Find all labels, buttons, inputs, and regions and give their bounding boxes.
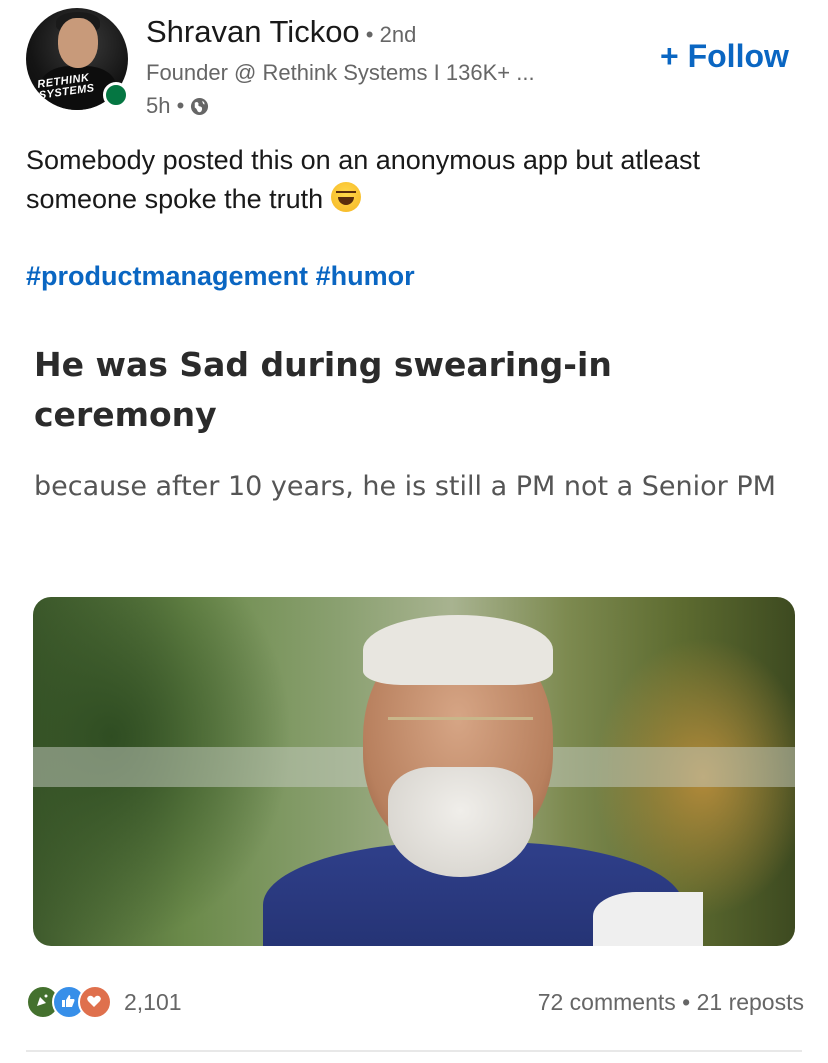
comments-reposts[interactable]: 72 comments • 21 reposts: [538, 989, 804, 1016]
author-headline: Founder @ Rethink Systems I 136K+ ...: [146, 60, 535, 85]
divider: [26, 1050, 802, 1052]
author-name[interactable]: Shravan Tickoo: [146, 14, 360, 49]
hashtag-productmanagement[interactable]: #productmanagement: [26, 261, 308, 291]
photo-beard: [388, 767, 533, 877]
post-body: Somebody posted this on an anonymous app…: [26, 145, 700, 214]
photo-hair: [363, 615, 553, 685]
post-time: 5h •: [146, 93, 209, 119]
follow-button[interactable]: + Follow: [660, 38, 789, 75]
reactions-summary[interactable]: 2,101: [26, 985, 182, 1019]
love-icon: [78, 985, 112, 1019]
author-name-line[interactable]: Shravan Tickoo • 2nd: [146, 14, 416, 50]
globe-icon: [191, 97, 209, 115]
laughing-tears-emoji-icon: [330, 182, 361, 212]
meme-title: He was Sad during swearing-in ceremony: [34, 345, 612, 434]
photo-glasses: [388, 717, 533, 750]
post-time-label: 5h •: [146, 93, 185, 118]
avatar-face: [58, 18, 98, 68]
meme-subtitle: because after 10 years, he is still a PM…: [34, 471, 776, 502]
online-status-icon: [103, 82, 129, 108]
hashtag-humor[interactable]: #humor: [316, 261, 415, 291]
connection-degree: • 2nd: [359, 22, 417, 47]
post-photo[interactable]: [33, 597, 795, 946]
post-text: Somebody posted this on an anonymous app…: [26, 141, 806, 219]
photo-collar: [593, 892, 703, 946]
hashtags: #productmanagement #humor: [26, 261, 415, 292]
reaction-count[interactable]: 2,101: [124, 989, 182, 1016]
